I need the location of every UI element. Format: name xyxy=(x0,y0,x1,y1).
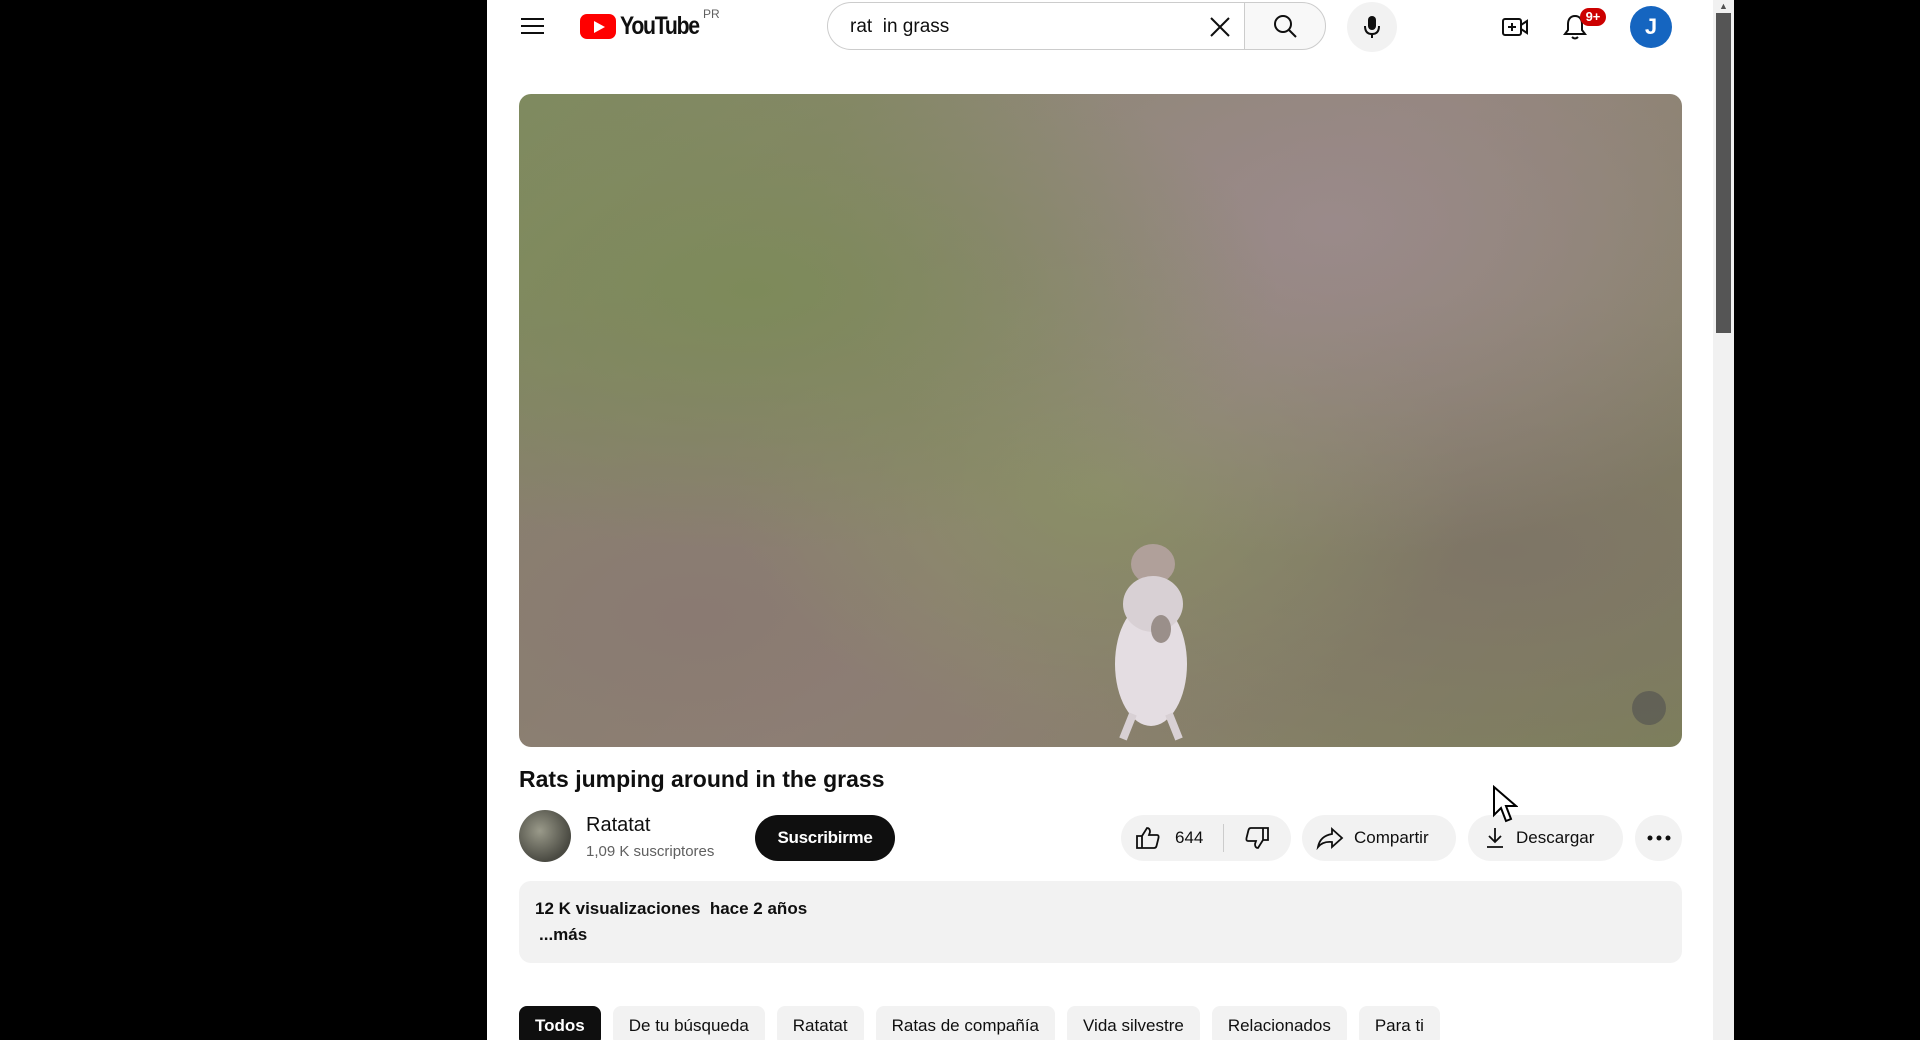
logo-text: YouTube xyxy=(620,11,700,40)
chip-de-tu-busqueda[interactable]: De tu búsqueda xyxy=(612,1006,765,1040)
subscriber-count: 1,09 K suscriptores xyxy=(586,843,715,860)
voice-search-button[interactable] xyxy=(1347,2,1397,52)
like-dislike-group: 644 xyxy=(1121,815,1291,861)
mouse-cursor-icon xyxy=(1493,785,1518,823)
rat-image xyxy=(1115,544,1187,741)
microphone-icon xyxy=(1364,16,1380,38)
share-icon xyxy=(1316,826,1344,850)
chip-todos[interactable]: Todos xyxy=(519,1006,601,1040)
video-player[interactable] xyxy=(519,94,1682,747)
youtube-logo[interactable]: YouTube xyxy=(580,10,713,42)
search-box xyxy=(827,2,1245,51)
vertical-scrollbar[interactable]: ▲ xyxy=(1713,0,1734,1040)
download-icon xyxy=(1487,828,1503,848)
chip-relacionados[interactable]: Relacionados xyxy=(1211,1006,1347,1040)
chip-para-ti[interactable]: Para ti xyxy=(1358,1006,1440,1040)
dislike-button[interactable] xyxy=(1224,815,1290,861)
scrollbar-thumb[interactable] xyxy=(1716,13,1731,333)
channel-watermark[interactable] xyxy=(1632,691,1666,725)
description-box[interactable]: 12 K visualizaciones hace 2 años ...más xyxy=(519,881,1682,963)
channel-name[interactable]: Ratatat xyxy=(586,814,650,837)
chip-ratas-de-compania[interactable]: Ratas de compañía xyxy=(875,1006,1056,1040)
search-icon xyxy=(1274,15,1297,38)
description-meta: 12 K visualizaciones hace 2 años xyxy=(535,899,807,919)
share-button[interactable]: Compartir xyxy=(1302,815,1456,861)
account-avatar[interactable]: J xyxy=(1630,6,1672,48)
thumbs-down-icon xyxy=(1245,827,1269,849)
view-count: 12 K visualizaciones xyxy=(535,899,701,918)
create-video-button[interactable] xyxy=(1497,9,1533,45)
download-label: Descargar xyxy=(1516,828,1595,847)
like-count: 644 xyxy=(1175,828,1204,847)
notifications-badge: 9+ xyxy=(1580,8,1606,26)
video-title: Rats jumping around in the grass xyxy=(519,766,885,792)
like-button[interactable]: 644 xyxy=(1121,815,1223,861)
show-more-link[interactable]: ...más xyxy=(539,925,587,945)
subscribe-button[interactable]: Suscribirme xyxy=(755,815,895,861)
youtube-play-icon xyxy=(580,13,616,39)
region-code: PR xyxy=(703,7,720,21)
video-add-icon xyxy=(1502,18,1528,36)
more-actions-button[interactable] xyxy=(1635,815,1682,861)
clear-search-icon[interactable] xyxy=(1205,12,1235,42)
chip-vida-silvestre[interactable]: Vida silvestre xyxy=(1067,1006,1200,1040)
thumbs-up-icon xyxy=(1136,827,1160,849)
search-input[interactable] xyxy=(848,3,1192,51)
scroll-up-arrow-icon[interactable]: ▲ xyxy=(1713,0,1734,12)
menu-icon[interactable] xyxy=(512,11,552,41)
related-chips: Todos De tu búsqueda Ratatat Ratas de co… xyxy=(519,1006,1440,1040)
search-button[interactable] xyxy=(1244,2,1326,50)
share-label: Compartir xyxy=(1354,828,1429,847)
upload-date: hace 2 años xyxy=(709,899,808,918)
youtube-watch-page: YouTube PR 9+ J Rats jumping around in t… xyxy=(487,0,1734,1040)
channel-avatar[interactable] xyxy=(519,810,571,862)
more-horizontal-icon xyxy=(1647,835,1670,841)
chip-ratatat[interactable]: Ratatat xyxy=(776,1006,864,1040)
